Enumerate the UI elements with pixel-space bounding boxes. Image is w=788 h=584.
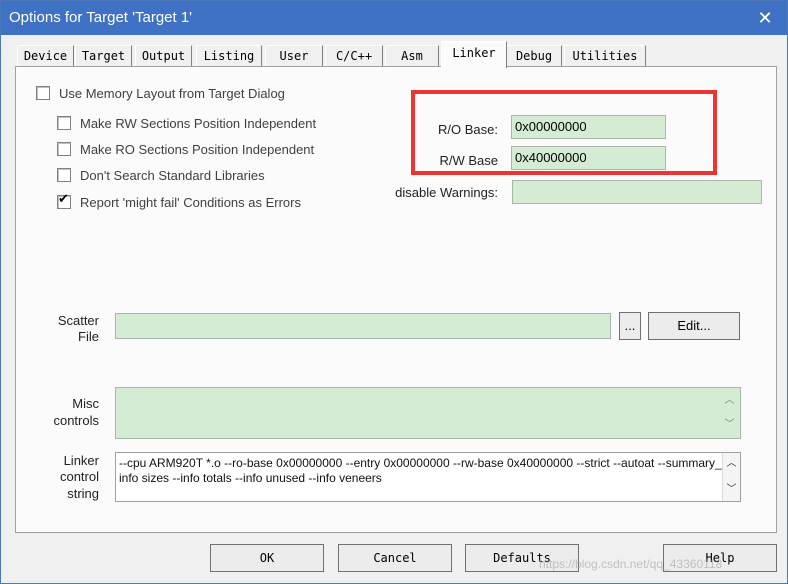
tab-device[interactable]: Device bbox=[17, 45, 74, 66]
misc-label-line1: Misc bbox=[72, 396, 99, 411]
linker-string-label-line3: string bbox=[67, 486, 99, 501]
linker-string-scrollbar[interactable]: ︿ ﹀ bbox=[722, 453, 740, 501]
linker-control-string: --cpu ARM920T *.o --ro-base 0x00000000 -… bbox=[115, 452, 741, 502]
linker-string-line2: info sizes --info totals --info unused -… bbox=[119, 471, 382, 485]
disable-warnings-label: disable Warnings: bbox=[395, 185, 498, 200]
ro-base-input[interactable]: 0x00000000 bbox=[511, 115, 666, 139]
edit-button[interactable]: Edit... bbox=[648, 312, 740, 340]
checkbox-box bbox=[36, 86, 50, 100]
close-icon[interactable]: ✕ bbox=[753, 7, 777, 29]
scroll-down-icon[interactable]: ﹀ bbox=[721, 416, 738, 434]
tab-asm[interactable]: Asm bbox=[385, 45, 439, 66]
tab-target[interactable]: Target bbox=[75, 45, 132, 66]
cancel-button[interactable]: Cancel bbox=[338, 544, 452, 572]
ro-base-label: R/O Base: bbox=[438, 122, 498, 137]
tab-utilities[interactable]: Utilities bbox=[564, 45, 646, 66]
options-dialog: Options for Target 'Target 1' ✕ Device T… bbox=[0, 0, 788, 584]
scroll-up-icon[interactable]: ︿ bbox=[723, 455, 740, 473]
checkbox-box bbox=[57, 168, 71, 182]
misc-label-line2: controls bbox=[53, 413, 99, 428]
window-title: Options for Target 'Target 1' bbox=[9, 9, 193, 26]
scatter-file-input[interactable] bbox=[115, 313, 611, 339]
scatter-browse-button[interactable]: ... bbox=[619, 312, 641, 340]
defaults-button[interactable]: Defaults bbox=[465, 544, 579, 572]
checkbox-label: Report 'might fail' Conditions as Errors bbox=[80, 194, 301, 210]
tab-listing[interactable]: Listing bbox=[196, 45, 262, 66]
checkbox-label: Don't Search Standard Libraries bbox=[80, 167, 265, 183]
checkbox-box: ✔ bbox=[57, 192, 71, 209]
linker-string-line1: --cpu ARM920T *.o --ro-base 0x00000000 -… bbox=[119, 456, 741, 470]
checkbox-box bbox=[57, 142, 71, 156]
might-fail-errors-checkbox[interactable]: ✔ Report 'might fail' Conditions as Erro… bbox=[57, 192, 301, 212]
tab-c-cpp[interactable]: C/C++ bbox=[325, 45, 383, 66]
scroll-up-icon[interactable]: ︿ bbox=[721, 392, 738, 410]
dont-search-libraries-checkbox[interactable]: Don't Search Standard Libraries bbox=[57, 165, 265, 185]
rw-position-independent-checkbox[interactable]: Make RW Sections Position Independent bbox=[57, 113, 316, 133]
title-bar[interactable]: Options for Target 'Target 1' ✕ bbox=[1, 1, 787, 35]
disable-warnings-input[interactable] bbox=[512, 180, 762, 204]
linker-string-label-line2: control bbox=[59, 469, 99, 484]
checkbox-label: Use Memory Layout from Target Dialog bbox=[59, 85, 285, 101]
tab-user[interactable]: User bbox=[265, 45, 323, 66]
misc-controls-input[interactable] bbox=[115, 387, 741, 439]
ro-position-independent-checkbox[interactable]: Make RO Sections Position Independent bbox=[57, 139, 314, 159]
tab-linker[interactable]: Linker bbox=[441, 41, 507, 68]
use-memory-layout-checkbox[interactable]: Use Memory Layout from Target Dialog bbox=[36, 83, 285, 103]
checkbox-label: Make RO Sections Position Independent bbox=[80, 141, 315, 157]
tab-debug[interactable]: Debug bbox=[506, 45, 562, 66]
linker-panel: Use Memory Layout from Target Dialog Mak… bbox=[15, 66, 777, 533]
linker-string-label-line1: Linker bbox=[63, 453, 99, 468]
checkbox-box bbox=[57, 116, 71, 130]
misc-scrollbar[interactable]: ︿ ﹀ bbox=[721, 388, 739, 438]
scatter-label-line1: Scatter bbox=[57, 313, 99, 328]
rw-base-label: R/W Base bbox=[439, 153, 498, 168]
checkbox-label: Make RW Sections Position Independent bbox=[80, 115, 317, 131]
rw-base-input[interactable]: 0x40000000 bbox=[511, 146, 666, 170]
ok-button[interactable]: OK bbox=[210, 544, 324, 572]
help-button[interactable]: Help bbox=[663, 544, 777, 572]
scatter-label-line2: File bbox=[78, 329, 99, 344]
scroll-down-icon[interactable]: ﹀ bbox=[723, 481, 740, 499]
checkmark-icon: ✔ bbox=[58, 192, 69, 207]
tab-output[interactable]: Output bbox=[135, 45, 192, 66]
